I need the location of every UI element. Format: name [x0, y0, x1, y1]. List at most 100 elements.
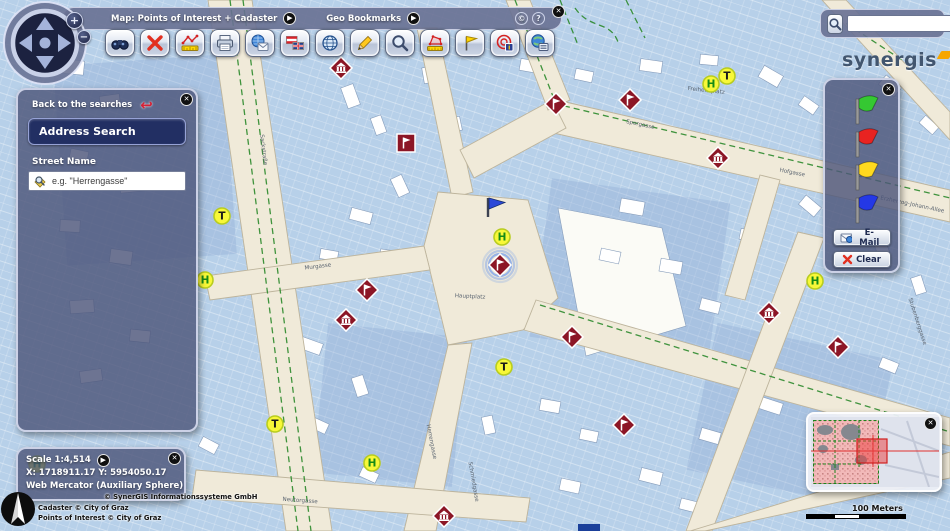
logo-slash-icon: [936, 51, 950, 59]
scale-label: Scale 1:4,514: [26, 455, 91, 466]
map-menu-arrow-icon[interactable]: ▶: [283, 12, 297, 25]
red-x-icon: [147, 35, 163, 51]
send-map-button[interactable]: [245, 29, 275, 57]
email-globe-icon: [251, 34, 269, 51]
copyright-button[interactable]: ©: [515, 12, 528, 25]
scale-bar-label: 100 Meters: [852, 504, 903, 513]
attribution-line: © SynerGIS Informationssysteme GmbH: [104, 493, 258, 501]
overview-map: [811, 417, 940, 488]
overview-close-button[interactable]: ✕: [924, 417, 937, 430]
map-selected-parcel: [578, 524, 600, 531]
saved-flag-icon[interactable]: [841, 92, 883, 125]
titlebar-close-button[interactable]: ✕: [552, 5, 565, 18]
transit-stop-marker[interactable]: H: [806, 272, 824, 290]
overview-map-panel[interactable]: ✕: [806, 412, 942, 492]
globe-grid-icon: [322, 35, 338, 51]
bookmarks-menu-arrow-icon[interactable]: ▶: [407, 12, 421, 25]
poi-marker-flag[interactable]: [481, 246, 519, 284]
poi-marker-flagsq[interactable]: [396, 133, 416, 153]
quick-search-button[interactable]: [827, 13, 843, 34]
zoom-in-button[interactable]: +: [66, 12, 83, 29]
language-button[interactable]: [280, 29, 310, 57]
overview-extent-rect[interactable]: [856, 438, 888, 464]
delete-selection-button[interactable]: [140, 29, 170, 57]
yellow-flag-icon: [465, 35, 479, 51]
magnifier-button[interactable]: [385, 29, 415, 57]
svg-text:T: T: [271, 419, 279, 431]
scale-bar: 100 Meters: [806, 504, 936, 519]
logo-text: synergis: [842, 49, 937, 71]
locate-button[interactable]: [315, 29, 345, 57]
svg-text:H: H: [368, 458, 377, 470]
ruler-polygon-icon: [427, 35, 443, 51]
print-button[interactable]: [210, 29, 240, 57]
zoom-out-button[interactable]: −: [77, 30, 91, 44]
globe-list-icon: [531, 34, 549, 51]
transit-stop-marker[interactable]: H: [196, 271, 214, 289]
clear-button[interactable]: Clear: [832, 251, 891, 268]
attribution-line: Cadaster © City of Graz: [38, 503, 129, 512]
synergis-logo: synergis: [842, 49, 950, 71]
street-name-input[interactable]: [50, 175, 181, 187]
back-arrow-icon: ↩: [140, 95, 153, 114]
back-to-searches-link[interactable]: Back to the searches ↩: [28, 95, 186, 118]
help-button[interactable]: ?: [532, 12, 545, 25]
search-icon: [829, 17, 842, 30]
transit-stop-marker[interactable]: H: [493, 228, 511, 246]
address-search-icon: [34, 176, 46, 188]
binoculars-icon: [111, 40, 129, 50]
svg-text:T: T: [500, 362, 508, 374]
saved-flag-icon[interactable]: [841, 125, 883, 158]
transit-stop-marker[interactable]: T: [266, 415, 284, 433]
identify-button[interactable]: i: [490, 29, 520, 57]
saved-flag-icon[interactable]: [841, 191, 883, 224]
main-toolbar: i: [105, 29, 555, 57]
transit-stop-marker[interactable]: T: [718, 67, 736, 85]
identify-target-icon: i: [496, 34, 514, 52]
pencil-icon: [357, 35, 373, 51]
transit-stop-marker[interactable]: T: [213, 207, 231, 225]
attribution-line: Points of Interest © City of Graz: [38, 514, 162, 523]
saved-flag-icon[interactable]: [841, 158, 883, 191]
map-contents-button[interactable]: [525, 29, 555, 57]
scale-bar-graphic: [806, 514, 906, 519]
quick-search-box: [820, 9, 950, 38]
svg-text:i: i: [508, 44, 510, 52]
app-window: SackstraßeSporgasseFreiheitsplatzHauptpl…: [0, 0, 950, 531]
email-button[interactable]: E-Mail: [832, 227, 891, 248]
transit-stop-marker[interactable]: H: [363, 454, 381, 472]
svg-text:H: H: [201, 275, 210, 287]
measure-profile-button[interactable]: [175, 29, 205, 57]
svg-text:H: H: [707, 79, 716, 91]
svg-text:T: T: [723, 71, 731, 83]
svg-text:H: H: [811, 276, 820, 288]
ruler-chart-icon: [181, 34, 199, 51]
measure-area-button[interactable]: [420, 29, 450, 57]
attribution: © SynerGIS Informationssysteme GmbH Cada…: [38, 492, 257, 524]
email-icon: [840, 233, 853, 243]
flag-list: [841, 92, 883, 224]
flags-panel-close-button[interactable]: ✕: [882, 83, 895, 96]
find-button[interactable]: [105, 29, 135, 57]
quick-search-input[interactable]: [847, 15, 950, 32]
coordinates-label: X: 1718911.17 Y: 5954050.17: [26, 468, 167, 478]
street-name-field-wrap: [28, 171, 186, 191]
title-bar: Map: Points of Interest + Cadaster ▶ Geo…: [62, 5, 565, 30]
status-panel-close-button[interactable]: ✕: [168, 452, 181, 465]
address-panel-close-button[interactable]: ✕: [180, 93, 193, 106]
geo-bookmarks-label[interactable]: Geo Bookmarks: [326, 14, 401, 24]
map-title-label: Map: Points of Interest + Cadaster: [111, 13, 278, 24]
email-button-label: E-Mail: [859, 227, 880, 248]
back-to-searches-label: Back to the searches: [32, 100, 133, 110]
address-search-panel: ✕ Back to the searches ↩ Address Search …: [16, 88, 198, 432]
transit-stop-marker[interactable]: H: [702, 75, 720, 93]
projection-label: Web Mercator (Auxiliary Sphere): [26, 480, 184, 491]
transit-stop-marker[interactable]: T: [495, 358, 513, 376]
place-flag-button[interactable]: [455, 29, 485, 57]
draw-button[interactable]: [350, 29, 380, 57]
scale-menu-arrow-icon[interactable]: ▶: [96, 454, 110, 467]
address-search-title: Address Search: [28, 118, 186, 145]
clear-x-icon: [842, 254, 853, 265]
svg-text:H: H: [498, 232, 507, 244]
north-arrow-icon: [0, 488, 40, 531]
